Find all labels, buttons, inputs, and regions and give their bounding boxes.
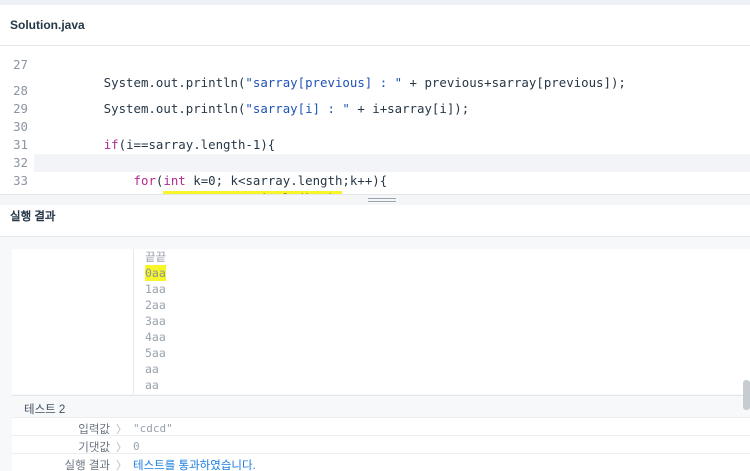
input-value: "cdcd" <box>133 422 173 435</box>
results-title: 실행 결과 <box>10 211 56 223</box>
output-line: 2aa <box>145 298 166 312</box>
code-line[interactable]: 28 System.out.println("sarray[i] : " + i… <box>0 64 750 116</box>
results-header: 실행 결과 <box>0 205 750 237</box>
grip-icon[interactable] <box>368 198 396 199</box>
test-result-row: 실행 결과 〉 테스트를 통과하였습니다. <box>12 453 750 471</box>
chevron-right-icon: 〉 <box>116 460 127 471</box>
output-line: 끝끝 <box>145 250 167 264</box>
output-line: 5aa <box>145 346 166 360</box>
result-value: 테스트를 통과하였습니다. <box>133 460 256 471</box>
code-line-active[interactable]: 33 System.out.println(k+s); <box>13 154 750 194</box>
file-tab-solution-java[interactable]: Solution.java <box>10 18 85 32</box>
line-number: 32 <box>13 155 28 170</box>
file-tab-bar: Solution.java <box>0 5 750 46</box>
code-editor[interactable]: 27 System.out.println("sarray[previous] … <box>0 46 750 194</box>
code-line[interactable]: 27 System.out.println("sarray[previous] … <box>0 46 750 90</box>
code-line[interactable]: 32 for(int k=0; k<sarray.length;k++){ <box>0 136 750 188</box>
scrollbar-thumb[interactable] <box>743 380 750 410</box>
output-line: 1aa <box>145 282 166 296</box>
output-divider <box>133 249 134 394</box>
code-line[interactable]: 34 s=s+sarray[k]; <box>0 172 750 194</box>
result-label: 실행 결과 <box>64 460 110 471</box>
output-box: 끝끝 0aa 1aa 2aa 3aa 4aa 5aa aa aa <box>12 249 750 394</box>
output-line: aa <box>145 362 159 376</box>
test-case-title: 테스트 2 <box>24 404 66 416</box>
code-line[interactable]: 30 if(i==sarray.length-1){ <box>0 100 750 152</box>
results-panel[interactable]: 끝끝 0aa 1aa 2aa 3aa 4aa 5aa aa aa 테스트 2 입… <box>0 237 750 471</box>
output-line-highlighted: 0aa <box>145 265 166 281</box>
expected-value: 0 <box>133 440 140 453</box>
output-line: aa <box>145 378 159 392</box>
code-line[interactable]: 29 <box>0 82 750 116</box>
output-line: 3aa <box>145 314 166 328</box>
code-line[interactable]: 31 System.out.println("끝끝"); <box>0 118 750 170</box>
output-line: 4aa <box>145 330 166 344</box>
